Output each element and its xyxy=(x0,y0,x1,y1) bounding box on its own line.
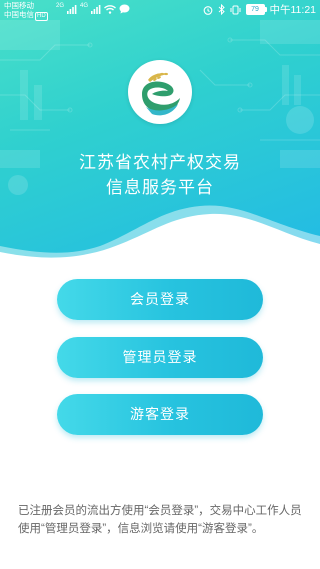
signal-icon-2 xyxy=(91,4,101,14)
bluetooth-icon xyxy=(218,4,225,15)
wifi-icon xyxy=(104,4,116,14)
login-instructions: 已注册会员的流出方使用“会员登录”，交易中心工作人员使用“管理员登录”，信息浏览… xyxy=(18,505,302,535)
page-title: 江苏省农村产权交易 信息服务平台 xyxy=(0,150,320,200)
carrier-info: 中国移动 中国电信 HD xyxy=(4,1,48,21)
status-bar: 中国移动 中国电信 HD 2G 4G 79 中午11:21 xyxy=(0,0,320,21)
status-right-icons: 79 中午11:21 xyxy=(203,3,317,16)
carrier-1: 中国移动 xyxy=(4,1,34,10)
login-screen: 中国移动 中国电信 HD 2G 4G 79 中午11:21 江苏省农村产权交易 … xyxy=(0,0,320,569)
alarm-icon xyxy=(203,5,212,15)
hd-badge: HD xyxy=(35,12,48,21)
member-login-button[interactable]: 会员登录 xyxy=(57,279,263,320)
admin-login-button[interactable]: 管理员登录 xyxy=(57,337,263,378)
title-line-1: 江苏省农村产权交易 xyxy=(79,153,241,172)
network-type-1: 2G xyxy=(56,3,65,9)
header-banner xyxy=(0,0,320,270)
signal-icon xyxy=(67,4,77,14)
battery-icon: 79 xyxy=(245,4,267,15)
carrier-2-label: 中国电信 xyxy=(4,10,34,19)
guest-login-button[interactable]: 游客登录 xyxy=(57,394,263,435)
clock: 中午11:21 xyxy=(269,4,317,16)
chat-icon xyxy=(119,4,130,14)
wheat-logo-icon xyxy=(130,62,190,122)
platform-logo xyxy=(128,60,192,124)
wave-divider xyxy=(0,205,320,270)
status-left-icons: 2G 4G xyxy=(56,3,130,15)
vibrate-icon xyxy=(230,5,240,14)
network-type-2: 4G xyxy=(80,3,89,9)
title-line-2: 信息服务平台 xyxy=(106,178,214,197)
carrier-2: 中国电信 HD xyxy=(4,10,48,21)
